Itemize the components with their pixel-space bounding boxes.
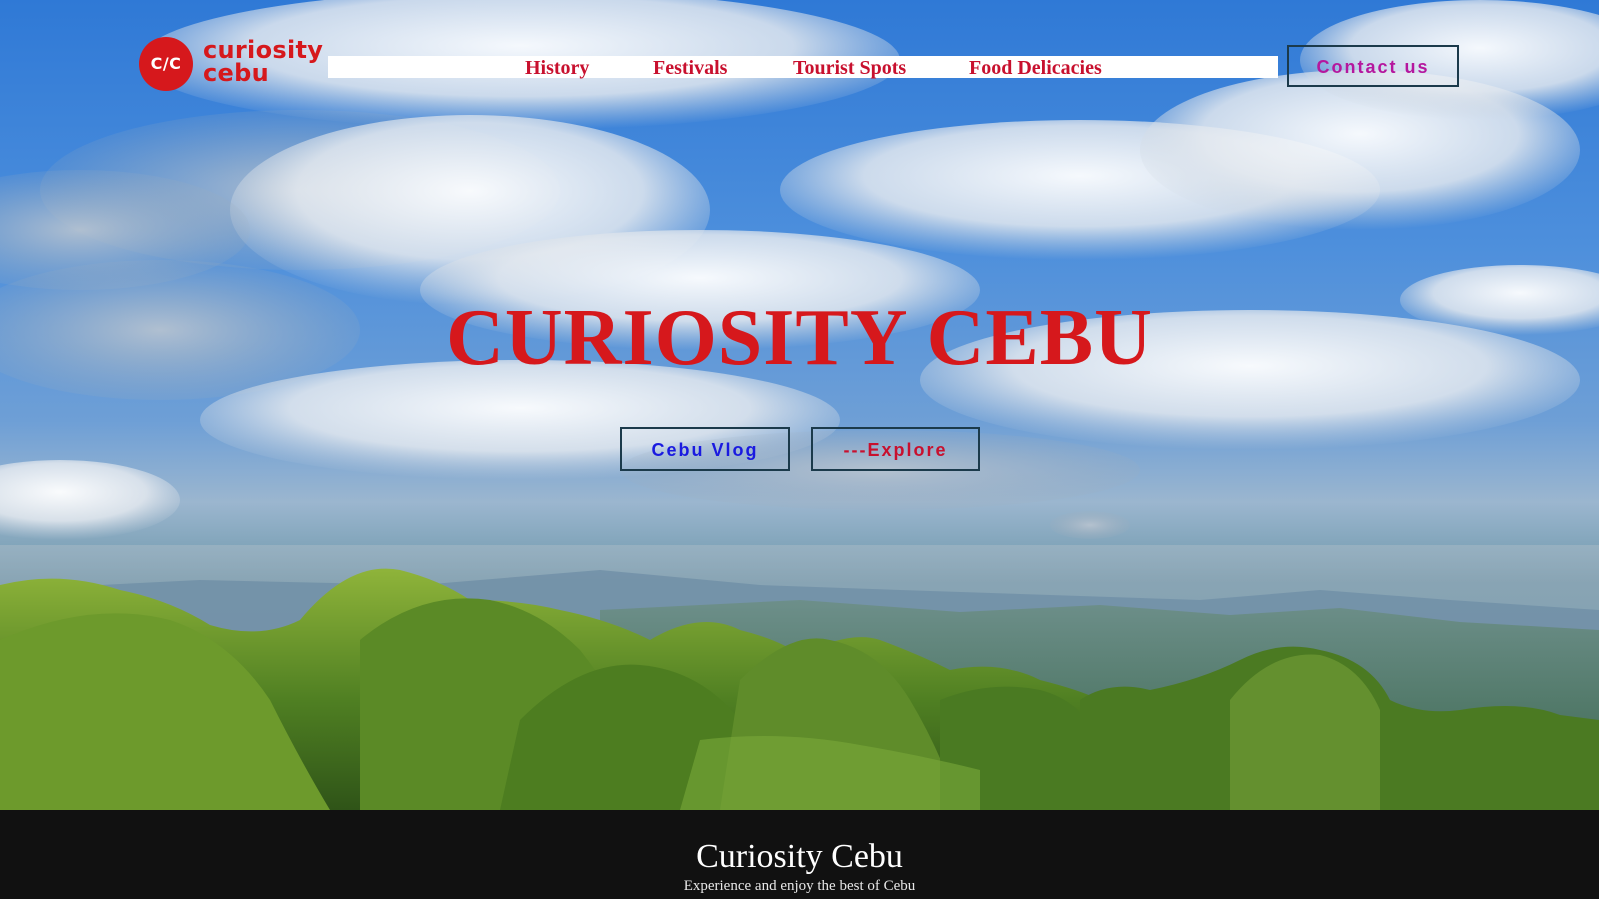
logo-wordmark: curiosity cebu — [203, 38, 323, 87]
logo-wordmark-line2: cebu — [203, 59, 269, 87]
footer-title: Curiosity Cebu — [696, 838, 903, 875]
brand-logo[interactable]: C/C curiosity cebu — [139, 37, 329, 93]
footer-tagline: Experience and enjoy the best of Cebu — [683, 878, 916, 894]
page: C/C curiosity cebu History Festivals Tou… — [0, 0, 1599, 899]
explore-button[interactable]: ---Explore — [811, 427, 980, 471]
hero-title: CURIOSITY CEBU — [446, 294, 1153, 382]
footer: Curiosity Cebu Experience and enjoy the … — [0, 810, 1599, 899]
logo-badge: C/C — [139, 37, 193, 91]
nav-item-history[interactable]: History — [525, 56, 589, 79]
main-nav: History Festivals Tourist Spots Food Del… — [328, 56, 1278, 79]
hero-section — [0, 0, 1599, 810]
nav-item-tourist-spots[interactable]: Tourist Spots — [793, 56, 906, 79]
hero-background-image — [0, 0, 1599, 810]
cebu-vlog-button[interactable]: Cebu Vlog — [620, 427, 790, 471]
nav-item-food-delicacies[interactable]: Food Delicacies — [969, 56, 1102, 79]
nav-item-festivals[interactable]: Festivals — [653, 56, 727, 79]
contact-us-button[interactable]: Contact us — [1287, 45, 1459, 87]
